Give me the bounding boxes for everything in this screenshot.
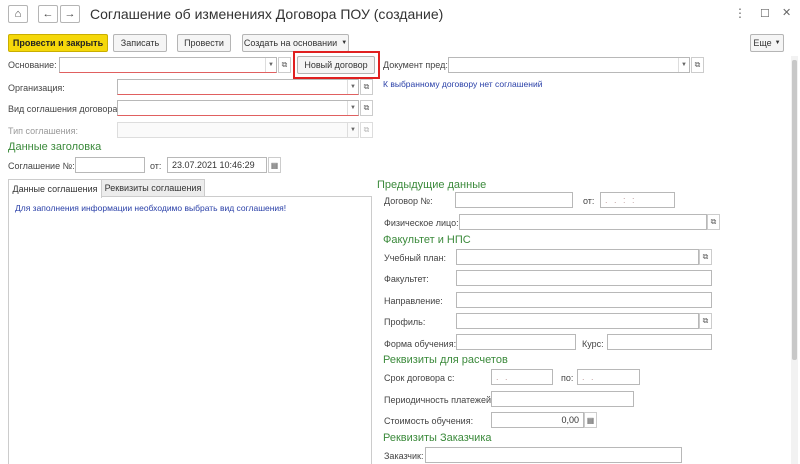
prev-doc-label: Документ пред: [383,60,448,70]
agreement-type-field: ▼ [117,122,359,138]
date-from-label: от: [150,161,162,171]
person-label: Физическое лицо: [384,218,459,228]
agreement-kind-label: Вид соглашения договора: [8,104,120,114]
open-icon[interactable]: ⧉ [691,57,704,73]
faculty-field[interactable] [456,270,712,286]
cost-field[interactable]: 0,00 [491,412,584,428]
org-label: Организация: [8,83,65,93]
term-to-label: по: [561,373,574,383]
term-from-label: Срок договора с: [384,373,455,383]
dropdown-icon[interactable]: ▼ [347,80,358,94]
person-field[interactable] [459,214,707,230]
agreement-kind-field[interactable]: ▼ [117,100,359,116]
open-icon[interactable]: ⧉ [278,57,291,73]
open-icon[interactable]: ⧉ [699,313,712,329]
term-from-field[interactable]: . . [491,369,553,385]
back-button[interactable]: ← [38,5,58,23]
study-form-field[interactable] [456,334,576,350]
customer-section-title: Реквизиты Заказчика [383,432,492,444]
term-to-field[interactable]: . . [577,369,640,385]
customer-field[interactable] [425,447,682,463]
faculty-section-title: Факультет и НПС [383,234,471,246]
contract-from-label: от: [583,196,595,206]
post-button[interactable]: Провести [177,34,231,52]
more-button[interactable]: Еще ▼ [750,34,784,52]
faculty-label: Факультет: [384,274,429,284]
arrow-right-icon: → [64,8,76,20]
no-agreements-hint: К выбранному договору нет соглашений [383,79,543,89]
create-based-label: Создать на основании [243,38,338,48]
fill-info-hint: Для заполнения информации необходимо выб… [15,203,287,213]
payments-section-title: Реквизиты для расчетов [383,354,508,366]
contract-date-value: . . : : [605,195,637,205]
agreement-no-field[interactable] [75,157,145,173]
open-icon[interactable]: ⧉ [360,100,373,116]
basis-field[interactable]: ▼ [59,57,277,73]
open-icon[interactable]: ⧉ [699,249,712,265]
tab-agreement-data[interactable]: Данные соглашения [8,179,102,198]
basis-label: Основание: [8,60,57,70]
more-label: Еще [753,38,772,48]
periodicity-field[interactable] [491,391,634,407]
plan-label: Учебный план: [384,253,447,263]
date-field[interactable]: 23.07.2021 10:46:29 [167,157,267,173]
previous-data-section-title: Предыдущие данные [377,179,487,191]
arrow-left-icon: ← [42,8,54,20]
direction-field[interactable] [456,292,712,308]
post-and-close-button[interactable]: Провести и закрыть [8,34,108,52]
direction-label: Направление: [384,296,443,306]
contract-no-field[interactable] [455,192,573,208]
agreement-type-label: Тип соглашения: [8,126,79,136]
open-icon: ⧉ [360,122,373,138]
contract-no-label: Договор №: [384,196,433,206]
open-icon[interactable]: ⧉ [360,79,373,95]
org-field[interactable]: ▼ [117,79,359,95]
calendar-icon[interactable]: ▦ [268,157,281,173]
close-icon[interactable]: ✕ [782,6,791,19]
cost-label: Стоимость обучения: [384,416,474,426]
term-from-value: . . [496,372,510,382]
plan-field[interactable] [456,249,699,265]
highlight-frame [293,51,380,79]
tab-panel [8,196,372,464]
term-to-value: . . [582,372,596,382]
more-menu-icon[interactable]: ⋮ [734,6,746,20]
save-button[interactable]: Записать [113,34,167,52]
calculator-icon[interactable]: ▦ [584,412,597,428]
page-title: Соглашение об изменениях Договора ПОУ (с… [90,6,444,22]
tab-agreement-details[interactable]: Реквизиты соглашения [101,179,205,197]
dropdown-arrow-icon: ▼ [341,40,348,46]
dropdown-icon[interactable]: ▼ [265,58,276,72]
home-icon: ⌂ [14,8,22,20]
scrollbar-thumb[interactable] [792,60,797,360]
course-label: Курс: [582,339,604,349]
dropdown-icon[interactable]: ▼ [678,58,689,72]
profile-label: Профиль: [384,317,426,327]
open-icon[interactable]: ⧉ [707,214,720,230]
forward-button[interactable]: → [60,5,80,23]
dropdown-icon: ▼ [347,123,358,137]
create-based-button[interactable]: Создать на основании ▼ [242,34,349,52]
course-field[interactable] [607,334,712,350]
agreement-no-label: Соглашение №: [8,161,75,171]
contract-date-field[interactable]: . . : : [600,192,675,208]
customer-label: Заказчик: [384,451,424,461]
periodicity-label: Периодичность платежей: [384,395,494,405]
dropdown-arrow-icon: ▼ [774,40,781,46]
header-data-section-title: Данные заголовка [8,141,102,153]
profile-field[interactable] [456,313,699,329]
home-button[interactable]: ⌂ [8,5,28,23]
dropdown-icon[interactable]: ▼ [347,101,358,115]
study-form-label: Форма обучения: [384,339,457,349]
prev-doc-field[interactable]: ▼ [448,57,690,73]
maximize-icon[interactable]: ☐ [760,7,770,20]
